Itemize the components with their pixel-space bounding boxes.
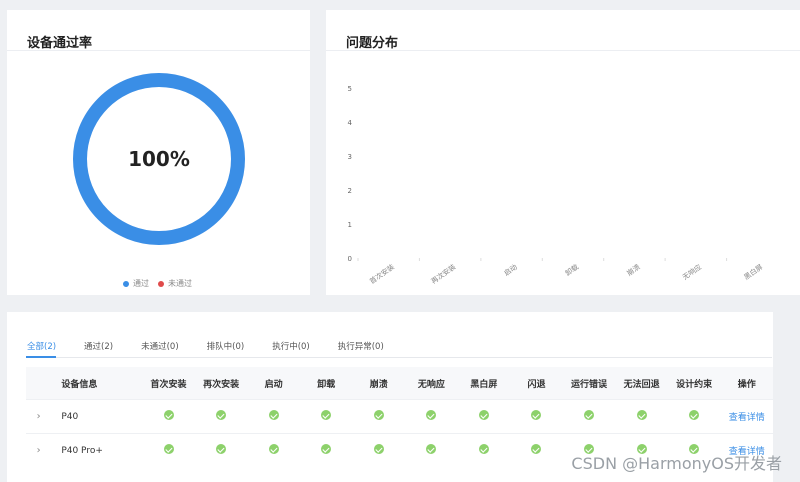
result-cell [405,433,458,467]
tab-error[interactable]: 执行异常(0) [338,340,384,352]
result-cell [299,399,353,434]
issue-distribution-chart: 0 1 2 3 4 5 首次安装 再次安装 启动 卸载 崩溃 无响应 黑白屏 [348,85,765,286]
check-icon [268,410,279,420]
result-cell [352,399,406,434]
column-header: 设备信息 [51,367,143,400]
issue-distribution-card: 问题分布 0 1 2 3 4 5 首次安装 再次安装 启动 卸载 崩溃 无响应 黑白屏 [326,10,800,295]
x-tick-label: 启动 [502,262,519,277]
y-tick-label: 5 [348,85,352,93]
check-icon [321,410,332,420]
legend-fail: 未通过 [158,278,192,289]
column-header: 操作 [720,367,773,400]
table-row: › P40 查看详情 [26,399,773,434]
result-cell [247,399,300,434]
result-cell [142,399,195,434]
view-details-link[interactable]: 查看详情 [729,413,765,423]
result-cell [299,433,353,467]
result-cell [194,433,248,467]
active-tab-indicator [26,356,56,358]
y-tick-label: 0 [348,255,352,263]
x-tick-label: 再次安装 [429,262,457,285]
pass-rate-donut: 100% [73,73,245,245]
column-header: 无响应 [405,367,458,400]
column-header: 首次安装 [142,367,195,400]
chevron-right-icon[interactable]: › [37,445,41,456]
y-tick-label: 2 [348,187,352,195]
check-icon [321,444,332,454]
check-icon [426,410,437,420]
check-icon [531,410,542,420]
status-tabs: 全部(2) 通过(2) 未通过(0) 排队中(0) 执行中(0) 执行异常(0) [27,340,412,352]
tabs-underline [26,357,772,358]
expand-cell: › [26,433,52,467]
legend-pass-label: 通过 [133,279,149,288]
result-cell [510,399,563,434]
result-cell [510,433,563,467]
check-icon [478,410,489,420]
x-tick-label: 黑白屏 [742,262,764,281]
action-cell: 查看详情 [720,399,773,434]
fail-dot-icon [158,280,164,287]
column-header: 闪退 [510,367,563,400]
check-icon [163,444,174,454]
x-tick-label: 无响应 [681,262,703,281]
table-header-row: 设备信息 首次安装 再次安装 启动 卸载 崩溃 无响应 黑白屏 闪退 运行错误 … [26,367,773,400]
column-header: 无法回退 [615,367,668,400]
check-icon [584,410,595,420]
result-cell [615,399,668,434]
result-cell [142,433,195,467]
check-icon [689,410,700,420]
tab-queued[interactable]: 排队中(0) [207,340,245,352]
y-tick-label: 1 [348,221,352,229]
tab-all[interactable]: 全部(2) [27,340,56,352]
chevron-right-icon[interactable]: › [37,411,41,422]
x-tick-label: 崩溃 [625,262,642,277]
result-cell [247,433,300,467]
column-header: 黑白屏 [457,367,511,400]
watermark: CSDN @HarmonyOS开发者 [571,454,782,473]
expand-cell: › [26,399,52,434]
column-header: 卸载 [299,367,353,400]
tab-passed[interactable]: 通过(2) [84,340,113,352]
result-cell [405,399,458,434]
y-tick-label: 4 [348,119,353,127]
check-icon [426,444,437,454]
legend-pass: 通过 [123,278,149,289]
check-icon [163,410,174,420]
tab-failed[interactable]: 未通过(0) [141,340,179,352]
column-header: 启动 [247,367,300,400]
tab-running[interactable]: 执行中(0) [272,340,310,352]
column-header: 设计约束 [667,367,721,400]
column-header: 运行错误 [562,367,616,400]
result-cell [352,433,406,467]
legend-fail-label: 未通过 [168,279,192,288]
x-tick-label: 首次安装 [368,262,396,285]
result-cell [194,399,248,434]
result-cell [667,399,721,434]
column-header: 再次安装 [194,367,248,400]
expand-column-header [26,367,52,400]
pass-rate-card: 设备通过率 100% 通过 未通过 [7,10,310,295]
pass-rate-value: 100% [128,147,190,171]
column-header: 崩溃 [352,367,406,400]
result-cell [562,399,616,434]
y-tick-label: 3 [348,153,352,161]
check-icon [373,444,384,454]
check-icon [636,410,647,420]
check-icon [216,444,227,454]
x-tick-label: 卸载 [564,262,581,277]
check-icon [478,444,489,454]
device-name: P40 [51,399,143,434]
check-icon [268,444,279,454]
check-icon [216,410,227,420]
check-icon [531,444,542,454]
result-cell [457,433,511,467]
result-cell [457,399,511,434]
device-name: P40 Pro+ [51,433,143,467]
pass-dot-icon [123,280,129,287]
check-icon [373,410,384,420]
